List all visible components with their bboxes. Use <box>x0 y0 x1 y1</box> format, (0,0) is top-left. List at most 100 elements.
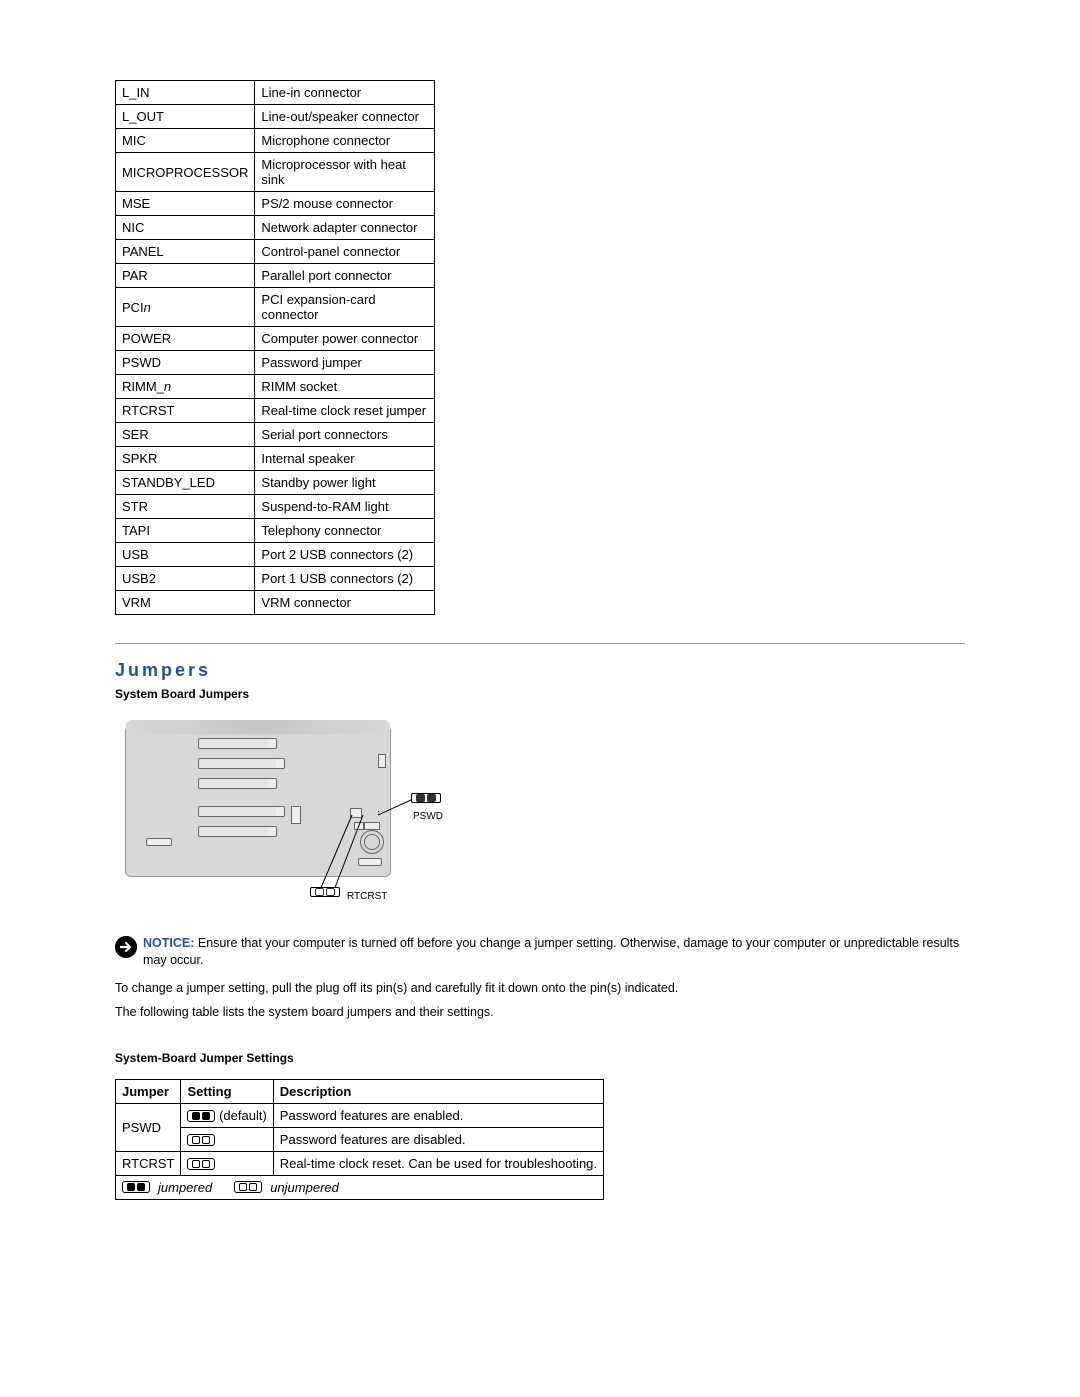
notice-icon <box>115 936 137 958</box>
connector-label: STANDBY_LED <box>116 471 255 495</box>
callout-pswd-label: PSWD <box>413 811 443 822</box>
table-row: MICROPROCESSORMicroprocessor with heat s… <box>116 153 435 192</box>
table-row: MSEPS/2 mouse connector <box>116 192 435 216</box>
connector-desc: Microphone connector <box>255 129 435 153</box>
table-row: L_INLine-in connector <box>116 81 435 105</box>
connector-label: MIC <box>116 129 255 153</box>
connector-desc: Password jumper <box>255 351 435 375</box>
connector-desc: PCI expansion-card connector <box>255 288 435 327</box>
connector-desc: Standby power light <box>255 471 435 495</box>
connector-label: NIC <box>116 216 255 240</box>
table-row: MICMicrophone connector <box>116 129 435 153</box>
connector-desc: Internal speaker <box>255 447 435 471</box>
legend-unjumpered-icon <box>234 1181 262 1193</box>
table-row: POWERComputer power connector <box>116 327 435 351</box>
connector-label: RIMM_n <box>116 375 255 399</box>
connector-table: L_INLine-in connectorL_OUTLine-out/speak… <box>115 80 435 615</box>
cell-setting <box>181 1127 273 1151</box>
table-row: Password features are disabled. <box>116 1127 604 1151</box>
notice: NOTICE: Ensure that your computer is tur… <box>115 935 965 969</box>
connector-desc: Real-time clock reset jumper <box>255 399 435 423</box>
table-row: STRSuspend-to-RAM light <box>116 495 435 519</box>
connector-label: L_OUT <box>116 105 255 129</box>
connector-label: VRM <box>116 591 255 615</box>
connector-label: MSE <box>116 192 255 216</box>
connector-label: PCIn <box>116 288 255 327</box>
connector-desc: RIMM socket <box>255 375 435 399</box>
connector-desc: Network adapter connector <box>255 216 435 240</box>
unjumpered-icon <box>187 1158 215 1170</box>
cell-description: Password features are enabled. <box>273 1103 603 1127</box>
table-row: RIMM_nRIMM socket <box>116 375 435 399</box>
legend-unjumpered-label: unjumpered <box>270 1180 339 1195</box>
jumpers-heading: Jumpers <box>115 660 965 681</box>
settings-title: System-Board Jumper Settings <box>115 1051 965 1065</box>
section-divider <box>115 643 965 644</box>
page: L_INLine-in connectorL_OUTLine-out/speak… <box>0 0 1080 1280</box>
setting-suffix: (default) <box>215 1108 266 1123</box>
connector-desc: Suspend-to-RAM light <box>255 495 435 519</box>
connector-label: SER <box>116 423 255 447</box>
table-row: TAPITelephony connector <box>116 519 435 543</box>
connector-desc: Line-out/speaker connector <box>255 105 435 129</box>
connector-desc: Port 2 USB connectors (2) <box>255 543 435 567</box>
cell-jumper: PSWD <box>116 1103 181 1151</box>
callout-rtcrst-label: RTCRST <box>347 891 387 902</box>
connector-desc: PS/2 mouse connector <box>255 192 435 216</box>
th-description: Description <box>273 1079 603 1103</box>
body-para-1: To change a jumper setting, pull the plu… <box>115 981 965 995</box>
connector-label: USB <box>116 543 255 567</box>
cell-description: Real-time clock reset. Can be used for t… <box>273 1151 603 1175</box>
connector-label: POWER <box>116 327 255 351</box>
connector-label: PAR <box>116 264 255 288</box>
table-row: VRMVRM connector <box>116 591 435 615</box>
table-row: STANDBY_LEDStandby power light <box>116 471 435 495</box>
connector-desc: Microprocessor with heat sink <box>255 153 435 192</box>
connector-label: RTCRST <box>116 399 255 423</box>
connector-desc: Line-in connector <box>255 81 435 105</box>
table-row: RTCRSTReal-time clock reset jumper <box>116 399 435 423</box>
connector-desc: Telephony connector <box>255 519 435 543</box>
connector-desc: Computer power connector <box>255 327 435 351</box>
connector-label: SPKR <box>116 447 255 471</box>
system-board-figure: PSWD RTCRST <box>115 715 461 915</box>
figure-title: System Board Jumpers <box>115 687 965 701</box>
motherboard-shape <box>125 725 391 877</box>
table-row: L_OUTLine-out/speaker connector <box>116 105 435 129</box>
unjumpered-icon <box>187 1134 215 1146</box>
connector-desc: Port 1 USB connectors (2) <box>255 567 435 591</box>
connector-desc: Control-panel connector <box>255 240 435 264</box>
connector-desc: VRM connector <box>255 591 435 615</box>
table-row: SERSerial port connectors <box>116 423 435 447</box>
connector-label: STR <box>116 495 255 519</box>
cell-jumper: RTCRST <box>116 1151 181 1175</box>
legend-row: jumpered unjumpered <box>116 1175 604 1199</box>
callout-rtcrst-icon <box>310 887 340 897</box>
table-row: NICNetwork adapter connector <box>116 216 435 240</box>
jumpered-icon <box>187 1110 215 1122</box>
connector-label: PSWD <box>116 351 255 375</box>
cell-setting <box>181 1151 273 1175</box>
connector-label: USB2 <box>116 567 255 591</box>
table-row: RTCRST Real-time clock reset. Can be used… <box>116 1151 604 1175</box>
body-para-2: The following table lists the system boa… <box>115 1005 965 1019</box>
table-row: PCInPCI expansion-card connector <box>116 288 435 327</box>
table-row: PANELControl-panel connector <box>116 240 435 264</box>
notice-body: Ensure that your computer is turned off … <box>143 936 959 967</box>
connector-desc: Parallel port connector <box>255 264 435 288</box>
legend-jumpered-label: jumpered <box>158 1180 212 1195</box>
th-setting: Setting <box>181 1079 273 1103</box>
notice-label: NOTICE: <box>143 936 194 950</box>
table-row: PSWD (default)Password features are enab… <box>116 1103 604 1127</box>
legend-jumpered-icon <box>122 1181 150 1193</box>
connector-label: PANEL <box>116 240 255 264</box>
cell-setting: (default) <box>181 1103 273 1127</box>
notice-text: NOTICE: Ensure that your computer is tur… <box>143 935 965 969</box>
connector-desc: Serial port connectors <box>255 423 435 447</box>
jumper-settings-table: Jumper Setting Description PSWD (default… <box>115 1079 604 1200</box>
th-jumper: Jumper <box>116 1079 181 1103</box>
table-row: USB2Port 1 USB connectors (2) <box>116 567 435 591</box>
connector-label: MICROPROCESSOR <box>116 153 255 192</box>
callout-pswd-icon <box>411 793 441 803</box>
connector-label: L_IN <box>116 81 255 105</box>
